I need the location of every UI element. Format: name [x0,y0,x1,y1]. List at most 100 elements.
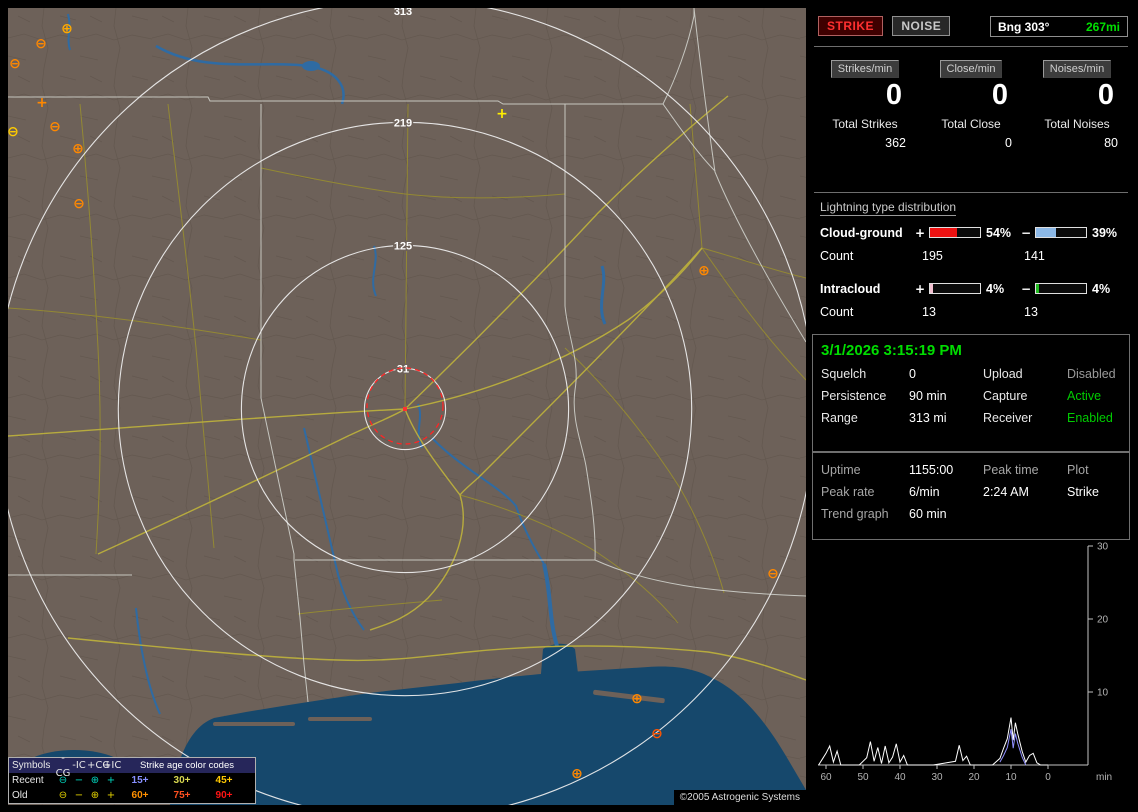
count-label: Count [820,249,854,263]
noise-mode-button[interactable]: NOISE [892,16,951,36]
noises-per-min-chip[interactable]: Noises/min [1042,60,1112,78]
trend-chart-canvas: 60 50 40 30 20 10 0 30 20 10 min [818,542,1112,783]
legend-col-pos-ic: +IC [103,760,122,771]
trend-x-tick-label: 30 [931,772,943,783]
count-label: Count [820,305,854,319]
sensor-marker [403,407,407,411]
upload-status: Disabled [1067,367,1116,381]
lightning-type-distribution: Lightning type distribution Cloud-ground… [820,200,1126,320]
cg-positive-pct: 54% [986,225,1012,240]
intracloud-label: Intracloud [820,281,881,296]
cloud-ground-row: Cloud-ground + 54% − 39% [820,225,1126,240]
squelch-value: 0 [909,367,916,381]
peak-time-value: 2:24 AM [983,485,1029,499]
uptime-label: Uptime [821,463,861,477]
separator [814,46,1128,47]
total-noises-value: 80 [1104,135,1118,150]
pos-ic-icon: + [106,775,116,786]
lake [302,61,320,71]
range-value: 313 mi [909,411,947,425]
ic-negative-bar-fill [1036,284,1039,293]
age-code-75: 75+ [173,790,191,801]
status-grid: Squelch 0 Upload Disabled Persistence 90… [813,361,1129,425]
cg-negative-count: 141 [1024,249,1045,263]
close-counter-column: Close/min 0 Total Close 0 [918,60,1024,150]
trend-x-tick-label: 50 [857,772,869,783]
noises-counter-column: Noises/min 0 Total Noises 80 [1024,60,1130,150]
cg-positive-count: 195 [922,249,943,263]
plot-value: Strike [1067,485,1099,499]
mode-toolbar: STRIKE NOISE Bng 303° 267mi [818,16,1128,38]
trend-graph-label: Trend graph [821,507,889,521]
pos-cg-icon: ⊕ [90,775,100,786]
pos-cg-icon: ⊕ [90,790,100,801]
legend-header-row: Symbols -CG -IC +CG +IC Strike age color… [9,753,255,779]
trend-graph: 60 50 40 30 20 10 0 30 20 10 min [812,540,1130,800]
upload-label: Upload [983,367,1023,381]
ic-positive-pct: 4% [986,281,1005,296]
total-close-label: Total Close [941,116,1001,131]
bearing-indicator: Bng 303° 267mi [990,16,1128,37]
squelch-label: Squelch [821,367,867,381]
legend-col-pos-cg: +CG [87,760,111,771]
uptime-value: 1155:00 [909,463,954,477]
receiver-label: Receiver [983,411,1033,425]
legend-col-neg-ic: -IC [72,760,86,771]
total-strikes-value: 362 [885,135,906,150]
map-geography: 313 219 125 31 [8,8,806,805]
capture-status: Active [1067,389,1102,403]
bearing-distance: 267mi [1085,19,1120,34]
trend-x-tick-label: 40 [894,772,906,783]
range-label: Range [821,411,858,425]
persistence-value: 90 min [909,389,947,403]
current-datetime: 3/1/2026 3:15:19 PM [821,342,962,359]
trend-y-tick-label: 20 [1097,615,1109,626]
capture-label: Capture [983,389,1028,403]
trend-y-tick-label: 10 [1097,688,1109,699]
ic-negative-bar [1035,283,1087,294]
ic-positive-bar-fill [930,284,933,293]
ring-distance-label: 313 [394,8,412,18]
map-view[interactable]: 313 219 125 31 ⊖ ⊕ ⊖ + ⊖ ⊖ ⊕ ⊖ + ⊕ ⊖ ⊕ ⊖ ⊕ Symbols -CG -… [8,8,806,805]
ring-distance-label: 219 [394,117,412,129]
neg-ic-icon: − [74,775,84,786]
plot-label: Plot [1067,463,1089,477]
status-panel: 3/1/2026 3:15:19 PM Squelch 0 Upload Dis… [812,334,1130,452]
noises-per-min-value: 0 [1097,79,1114,111]
copyright-text: ©2005 Astrogenic Systems [673,790,806,805]
ic-positive-bar [929,283,981,294]
strike-mode-button[interactable]: STRIKE [818,16,884,36]
age-code-30: 30+ [173,775,191,786]
cg-positive-bar [929,227,981,238]
cg-negative-pct: 39% [1092,225,1118,240]
peak-time-label: Peak time [983,463,1039,477]
plus-sign: + [914,281,926,296]
receiver-status: Enabled [1067,411,1113,425]
trend-x-tick-label: 10 [1005,772,1017,783]
trend-x-tick-label: 0 [1045,772,1051,783]
strikes-per-min-chip[interactable]: Strikes/min [830,60,900,78]
trend-x-tick-label: 60 [820,772,832,783]
stats-panel: Uptime 1155:00 Peak time Plot Peak rate … [812,452,1130,540]
age-code-60: 60+ [131,790,149,801]
age-code-15: 15+ [131,775,149,786]
persistence-label: Persistence [821,389,887,403]
minus-sign: − [1020,225,1032,240]
ic-positive-count: 13 [922,305,936,319]
rate-counters: Strikes/min 0 Total Strikes 362 Close/mi… [812,60,1130,150]
neg-ic-icon: − [74,790,84,801]
cloud-ground-label: Cloud-ground [820,225,903,240]
trend-y-tick-label: 30 [1097,542,1109,553]
close-per-min-chip[interactable]: Close/min [939,60,1003,78]
ring-distance-label: 31 [397,363,409,375]
separator [814,192,1128,193]
distribution-title: Lightning type distribution [820,200,957,216]
legend-age-header: Strike age color codes [140,760,234,771]
close-per-min-value: 0 [991,79,1008,111]
cg-negative-bar-fill [1036,228,1056,237]
peak-rate-value: 6/min [909,485,940,499]
strikes-per-min-value: 0 [885,79,902,111]
age-code-90: 90+ [215,790,233,801]
total-strikes-label: Total Strikes [832,116,898,131]
cg-negative-bar [1035,227,1087,238]
